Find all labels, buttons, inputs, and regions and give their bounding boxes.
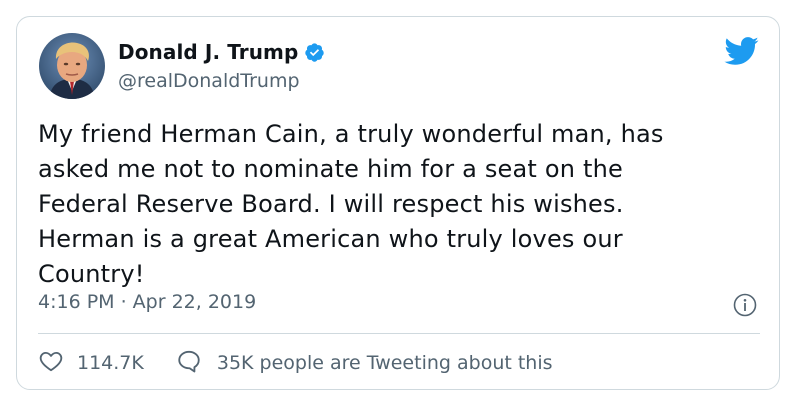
tweet-text: My friend Herman Cain, a truly wonderful… — [38, 120, 664, 288]
like-count: 114.7K — [77, 352, 144, 374]
author-avatar[interactable] — [39, 33, 105, 99]
tweet-actions: 114.7K 35K people are Tweeting about thi… — [38, 348, 553, 378]
author-name-row[interactable]: Donald J. Trump — [118, 39, 325, 65]
verified-badge-icon — [304, 42, 325, 63]
conversation-link[interactable]: 35K people are Tweeting about this — [176, 348, 553, 379]
divider — [38, 333, 760, 334]
like-button[interactable]: 114.7K — [38, 348, 144, 379]
avatar-image — [39, 33, 105, 99]
info-icon[interactable] — [733, 293, 757, 317]
heart-icon — [38, 348, 64, 379]
twitter-bird-icon[interactable] — [723, 36, 759, 66]
conversation-text: 35K people are Tweeting about this — [216, 352, 553, 374]
speech-bubble-icon — [176, 348, 202, 379]
tweet-card[interactable]: Donald J. Trump @realDonaldTrump My frie… — [16, 16, 780, 390]
tweet-timestamp[interactable]: 4:16 PM · Apr 22, 2019 — [38, 291, 256, 313]
author-handle[interactable]: @realDonaldTrump — [118, 70, 300, 92]
author-display-name[interactable]: Donald J. Trump — [118, 40, 298, 64]
